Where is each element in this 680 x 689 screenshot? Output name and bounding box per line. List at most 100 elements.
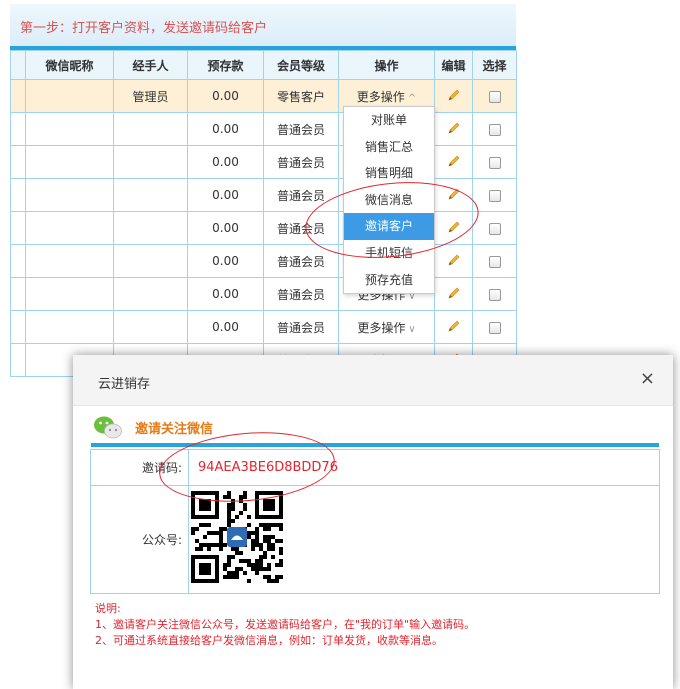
cell-handler bbox=[113, 112, 188, 146]
table-row[interactable]: 0.00 普通会员 bbox=[10, 178, 517, 212]
column-header-wechat-nickname[interactable]: 微信昵称 bbox=[25, 50, 114, 80]
chevron-up-icon[interactable]: ^ bbox=[408, 93, 416, 104]
cell-wechat-nickname bbox=[25, 178, 114, 212]
row-checkbox[interactable] bbox=[488, 288, 501, 301]
table-row[interactable]: 0.00 普通会员 bbox=[10, 145, 517, 179]
cell-handler bbox=[113, 277, 188, 311]
cell-edit[interactable] bbox=[434, 145, 473, 179]
cell-edit[interactable] bbox=[434, 310, 473, 344]
row-marker bbox=[10, 211, 26, 245]
cell-select[interactable] bbox=[472, 145, 517, 179]
row-marker bbox=[10, 277, 26, 311]
menu-item-deposit-recharge[interactable]: 预存充值 bbox=[344, 267, 434, 294]
cell-select[interactable] bbox=[472, 211, 517, 245]
more-actions-button[interactable]: 更多操作 bbox=[357, 90, 405, 104]
pencil-icon[interactable] bbox=[446, 120, 462, 136]
row-marker bbox=[10, 145, 26, 179]
cell-edit[interactable] bbox=[434, 244, 473, 278]
row-marker bbox=[10, 79, 26, 113]
menu-item-sales-detail[interactable]: 销售明细 bbox=[344, 160, 434, 187]
row-marker bbox=[10, 244, 26, 278]
cell-edit[interactable] bbox=[434, 112, 473, 146]
pencil-icon[interactable] bbox=[446, 318, 462, 334]
cell-handler bbox=[113, 145, 188, 179]
note-line-1: 1、邀请客户关注微信公众号，发送邀请码给客户，在"我的订单"输入邀请码。 bbox=[95, 618, 476, 631]
more-actions-menu: 对账单 销售汇总 销售明细 微信消息 邀请客户 手机短信 预存充值 bbox=[343, 106, 435, 295]
cell-deposit: 0.00 bbox=[187, 211, 264, 245]
menu-item-sms[interactable]: 手机短信 bbox=[344, 240, 434, 267]
pencil-icon[interactable] bbox=[446, 219, 462, 235]
column-header-handler[interactable]: 经手人 bbox=[113, 50, 188, 80]
cell-handler bbox=[113, 244, 188, 278]
more-actions-button[interactable]: 更多操作 bbox=[357, 321, 405, 335]
row-marker bbox=[10, 310, 26, 344]
table-row[interactable]: 0.00 普通会员 bbox=[10, 211, 517, 245]
cell-select[interactable] bbox=[472, 310, 517, 344]
qr-code bbox=[191, 491, 283, 583]
pencil-icon[interactable] bbox=[446, 87, 462, 103]
pencil-icon[interactable] bbox=[446, 153, 462, 169]
step-title: 第一步：打开客户资料，发送邀请码给客户 bbox=[20, 21, 268, 36]
pencil-icon[interactable] bbox=[446, 252, 462, 268]
cell-deposit: 0.00 bbox=[187, 178, 264, 212]
close-icon[interactable]: × bbox=[640, 368, 655, 389]
pencil-icon[interactable] bbox=[446, 285, 462, 301]
row-marker bbox=[10, 343, 26, 377]
table-row[interactable]: 0.00 普通会员 bbox=[10, 112, 517, 146]
row-checkbox[interactable] bbox=[488, 156, 501, 169]
chevron-down-icon[interactable]: ∨ bbox=[408, 324, 415, 335]
cell-handler bbox=[113, 211, 188, 245]
column-header-action: 操作 bbox=[338, 50, 435, 80]
table-header-row: 微信昵称 经手人 预存款 会员等级 操作 编辑 选择 bbox=[10, 50, 517, 80]
cell-member-level: 普通会员 bbox=[263, 211, 339, 245]
cell-wechat-nickname bbox=[25, 277, 114, 311]
notes: 说明: 1、邀请客户关注微信公众号，发送邀请码给客户，在"我的订单"输入邀请码。… bbox=[95, 601, 475, 649]
cell-member-level: 普通会员 bbox=[263, 310, 339, 344]
menu-item-statement[interactable]: 对账单 bbox=[344, 107, 434, 134]
cell-handler: 管理员 bbox=[113, 79, 188, 113]
menu-item-sales-summary[interactable]: 销售汇总 bbox=[344, 134, 434, 161]
cell-wechat-nickname bbox=[25, 211, 114, 245]
cell-handler bbox=[113, 178, 188, 212]
row-checkbox[interactable] bbox=[488, 255, 501, 268]
menu-item-invite-customer[interactable]: 邀请客户 bbox=[344, 213, 434, 240]
row-checkbox[interactable] bbox=[488, 90, 501, 103]
cell-deposit: 0.00 bbox=[187, 79, 264, 113]
column-header-select: 选择 bbox=[472, 50, 517, 80]
cell-edit[interactable] bbox=[434, 79, 473, 113]
step-header: 第一步：打开客户资料，发送邀请码给客户 bbox=[10, 4, 516, 46]
row-checkbox[interactable] bbox=[488, 321, 501, 334]
row-checkbox[interactable] bbox=[488, 222, 501, 235]
wechat-icon bbox=[94, 416, 122, 439]
table-row[interactable]: 0.00 普通会员 bbox=[10, 244, 517, 278]
cell-select[interactable] bbox=[472, 277, 517, 311]
row-checkbox[interactable] bbox=[488, 189, 501, 202]
dialog-header: 云进销存 × bbox=[73, 355, 673, 406]
table-row[interactable]: 管理员 0.00 零售客户 更多操作 ^ bbox=[10, 79, 517, 113]
column-header-deposit[interactable]: 预存款 bbox=[187, 50, 264, 80]
cell-edit[interactable] bbox=[434, 277, 473, 311]
invite-code-value[interactable]: 94AEA3BE6D8BDD76 bbox=[190, 460, 338, 475]
column-header-member-level[interactable]: 会员等级 bbox=[263, 50, 339, 80]
cell-member-level: 普通会员 bbox=[263, 112, 339, 146]
row-checkbox[interactable] bbox=[488, 123, 501, 136]
official-account-label: 公众号: bbox=[90, 485, 189, 594]
cell-wechat-nickname bbox=[25, 79, 114, 113]
cell-select[interactable] bbox=[472, 244, 517, 278]
table-row[interactable]: 0.00普通会员更多操作∨ bbox=[10, 277, 517, 311]
cell-select[interactable] bbox=[472, 79, 517, 113]
cell-member-level: 普通会员 bbox=[263, 244, 339, 278]
cell-wechat-nickname bbox=[25, 145, 114, 179]
invite-form: 邀请码: 94AEA3BE6D8BDD76 公众号: bbox=[90, 449, 660, 594]
cell-edit[interactable] bbox=[434, 211, 473, 245]
cell-deposit: 0.00 bbox=[187, 310, 264, 344]
pencil-icon[interactable] bbox=[446, 186, 462, 202]
cell-select[interactable] bbox=[472, 178, 517, 212]
cell-select[interactable] bbox=[472, 112, 517, 146]
cell-deposit: 0.00 bbox=[187, 145, 264, 179]
cell-action[interactable]: 更多操作∨ bbox=[338, 310, 435, 344]
cell-wechat-nickname bbox=[25, 244, 114, 278]
menu-item-wechat-message[interactable]: 微信消息 bbox=[344, 187, 434, 214]
table-row[interactable]: 0.00普通会员更多操作∨ bbox=[10, 310, 517, 344]
cell-edit[interactable] bbox=[434, 178, 473, 212]
